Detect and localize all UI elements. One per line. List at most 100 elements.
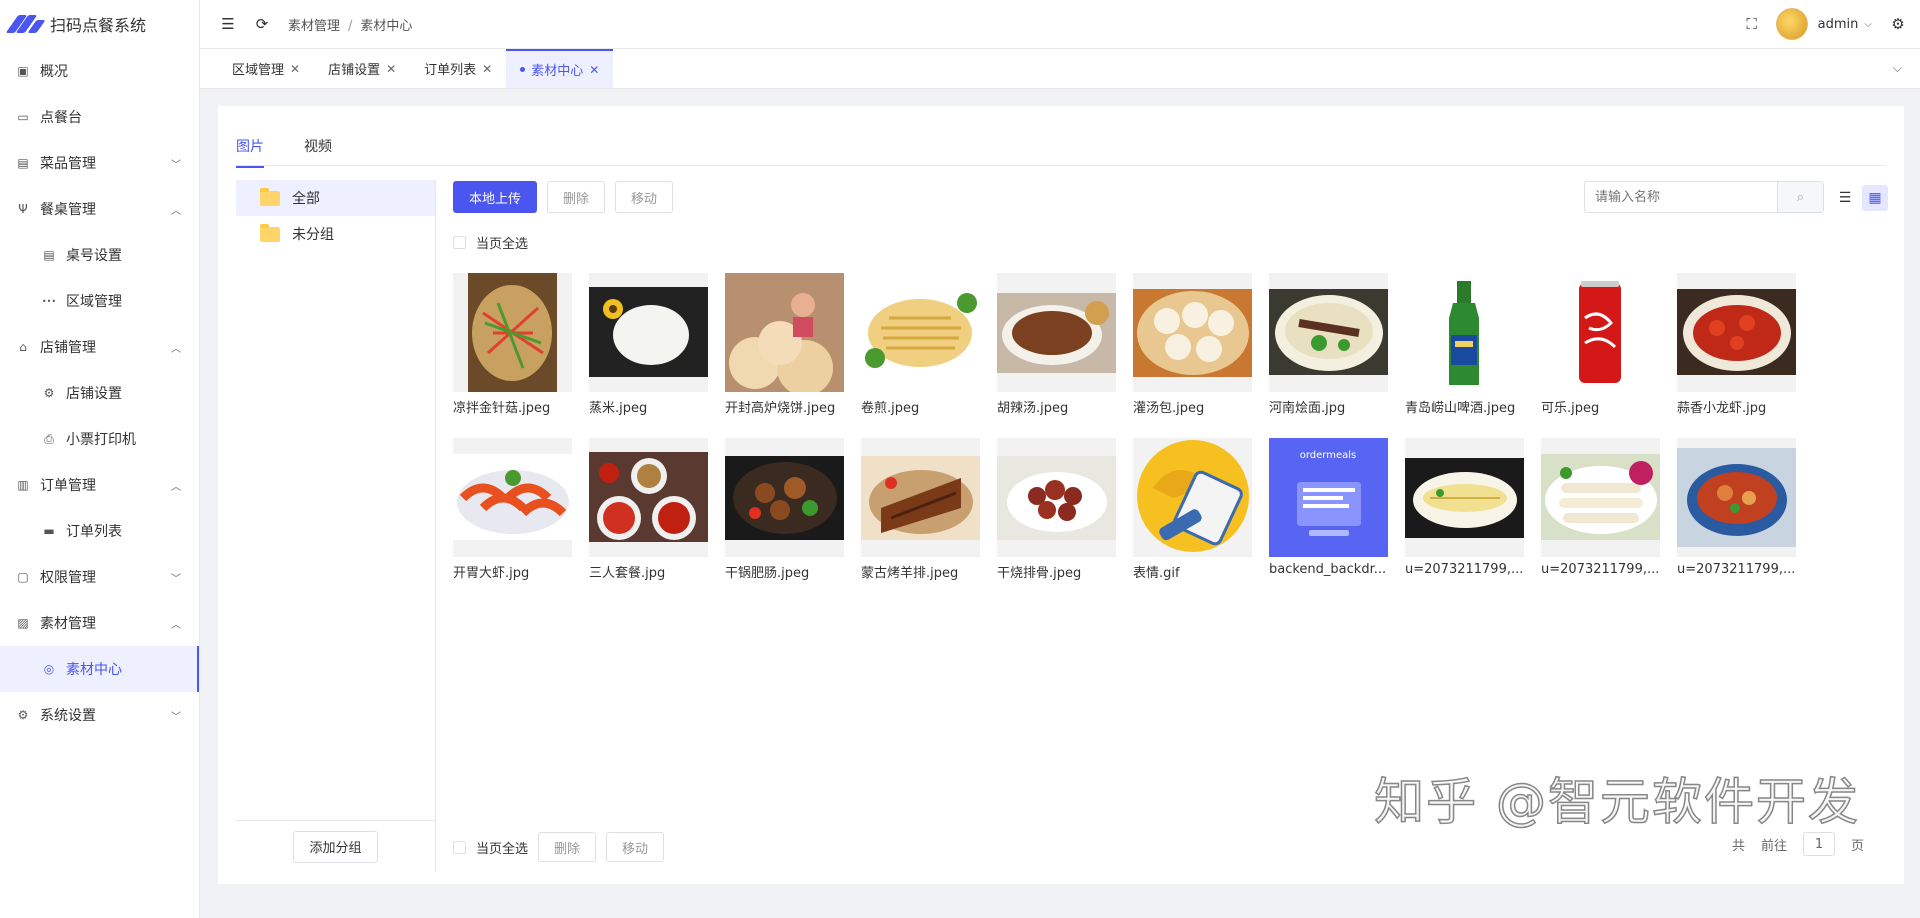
image-thumbnail[interactable] [1269,273,1388,392]
menu-fold-icon[interactable]: ☰ [220,15,236,33]
user-name[interactable]: admin [1818,17,1859,32]
search-icon[interactable]: ⌕ [1777,182,1823,212]
upload-button[interactable]: 本地上传 [453,181,538,213]
image-card[interactable]: u=2073211799,... [1541,438,1660,581]
checkbox-box[interactable] [453,236,466,249]
delete-button[interactable]: 删除 [547,181,606,213]
sidebar-item[interactable]: ◎ 素材中心 [0,646,199,692]
sidebar-item[interactable]: ⚙ 店铺设置 [0,370,199,416]
pager-input[interactable]: 1 [1802,832,1835,856]
image-thumbnail[interactable] [1133,438,1252,557]
image-card[interactable]: ordermeals backend_backdr... [1269,438,1388,581]
image-card[interactable]: 胡辣汤.jpeg [997,273,1116,416]
sidebar-item[interactable]: ▣ 概况 [0,48,199,94]
refresh-icon[interactable]: ⟳ [254,15,270,33]
group-all[interactable]: 全部 [236,180,435,216]
image-card[interactable]: u=2073211799,... [1677,438,1796,581]
image-thumbnail[interactable] [589,438,708,557]
image-thumbnail[interactable] [589,273,708,392]
image-thumbnail[interactable] [453,438,572,557]
delete-button-bottom[interactable]: 删除 [538,832,597,862]
close-icon[interactable]: ✕ [589,63,599,77]
image-card[interactable]: 表情.gif [1133,438,1252,581]
image-card[interactable]: 可乐.jpeg [1541,273,1660,416]
select-all-label: 当页全选 [476,237,529,252]
image-card[interactable]: 开胃大虾.jpg [453,438,572,581]
image-thumbnail[interactable] [1677,438,1796,557]
app-logo[interactable]: 扫码点餐系统 [0,0,199,48]
sidebar-item[interactable]: ▢ 权限管理 ﹀ [0,554,199,600]
checkbox-box[interactable] [453,840,466,854]
sidebar-item[interactable]: ▤ 菜品管理 ﹀ [0,140,199,186]
image-thumbnail[interactable] [997,438,1116,557]
image-thumbnail[interactable] [1405,273,1524,392]
avatar[interactable] [1775,8,1808,40]
image-card[interactable]: u=2073211799,... [1405,438,1524,581]
chevron-down-icon[interactable]: ⌵ [1864,19,1872,30]
grid-view-icon[interactable]: ▦ [1862,185,1888,211]
settings-icon[interactable]: ⚙ [1890,15,1906,33]
table-icon: ▤ [43,248,55,262]
select-all-checkbox[interactable]: 当页全选 [453,233,528,252]
image-thumbnail[interactable] [861,438,980,557]
sidebar-item[interactable]: Ψ 餐桌管理 ︿ [0,186,199,232]
image-thumbnail[interactable] [1133,273,1252,392]
list-view-icon[interactable]: ☰ [1832,185,1858,211]
sidebar-item[interactable]: ⎙ 小票打印机 [0,416,199,462]
watermark: 知乎 @智元软件开发 [1373,772,1860,832]
image-card[interactable]: 灌汤包.jpeg [1133,273,1252,416]
image-thumbnail[interactable] [1677,273,1796,392]
sidebar-item[interactable]: ▤ 桌号设置 [0,232,199,278]
tab-videos[interactable]: 视频 [304,136,332,156]
select-all-checkbox-bottom[interactable]: 当页全选 [453,838,528,857]
image-card[interactable]: 河南烩面.jpg [1269,273,1388,416]
breadcrumb-item[interactable]: 素材管理 [288,19,340,34]
image-thumbnail[interactable] [997,273,1116,392]
sidebar-item[interactable]: ••• 区域管理 [0,278,199,324]
image-name: 蒙古烤羊排.jpeg [861,566,959,581]
image-card[interactable]: 蒸米.jpeg [589,273,708,416]
search-input[interactable] [1585,182,1777,212]
image-thumbnail[interactable] [861,273,980,392]
image-card[interactable]: 三人套餐.jpg [589,438,708,581]
image-card[interactable]: 干烧排骨.jpeg [997,438,1116,581]
sidebar-item[interactable]: ▬ 订单列表 [0,508,199,554]
image-card[interactable]: 蒜香小龙虾.jpg [1677,273,1796,416]
tab-label: 素材中心 [531,64,584,79]
image-card[interactable]: 干锅肥肠.jpeg [725,438,844,581]
chevron-up-icon: ︿ [171,343,181,355]
image-thumbnail[interactable] [453,273,572,392]
tab-images[interactable]: 图片 [236,136,264,168]
close-icon[interactable]: ✕ [290,62,300,76]
close-icon[interactable]: ✕ [482,62,492,76]
chevron-down-icon[interactable]: ⌵ [1893,61,1902,76]
sidebar-item[interactable]: ⌂ 店铺管理 ︿ [0,324,199,370]
page-tab[interactable]: 区域管理 ✕ [218,49,314,88]
image-thumbnail[interactable] [725,273,844,392]
page-tab[interactable]: 订单列表 ✕ [410,49,506,88]
image-card[interactable]: 凉拌金针菇.jpeg [453,273,572,416]
image-card[interactable]: 开封高炉烧饼.jpeg [725,273,844,416]
add-group-button[interactable]: 添加分组 [293,830,378,863]
move-button-bottom[interactable]: 移动 [606,832,665,862]
image-card[interactable]: 青岛崂山啤酒.jpeg [1405,273,1524,416]
settings-icon: ⚙ [17,708,29,722]
image-thumbnail[interactable] [1405,438,1524,557]
image-thumbnail[interactable]: ordermeals [1269,438,1388,557]
page-tab[interactable]: 素材中心 ✕ [506,49,614,88]
sidebar-item[interactable]: ▭ 点餐台 [0,94,199,140]
page-tab[interactable]: 店铺设置 ✕ [314,49,410,88]
group-ungrouped[interactable]: 未分组 [236,216,435,252]
sidebar-item[interactable]: ▥ 订单管理 ︿ [0,462,199,508]
image-thumbnail[interactable] [1541,438,1660,557]
move-button[interactable]: 移动 [615,181,674,213]
image-thumbnail[interactable] [725,438,844,557]
fullscreen-icon[interactable]: ⛶ [1744,15,1760,33]
image-thumbnail[interactable] [1541,273,1660,392]
sidebar-item[interactable]: ▨ 素材管理 ︿ [0,600,199,646]
sidebar-item[interactable]: ⚙ 系统设置 ﹀ [0,692,199,738]
close-icon[interactable]: ✕ [386,62,396,76]
sidebar-item-label: 概况 [40,64,68,80]
image-card[interactable]: 卷煎.jpeg [861,273,980,416]
image-card[interactable]: 蒙古烤羊排.jpeg [861,438,980,581]
